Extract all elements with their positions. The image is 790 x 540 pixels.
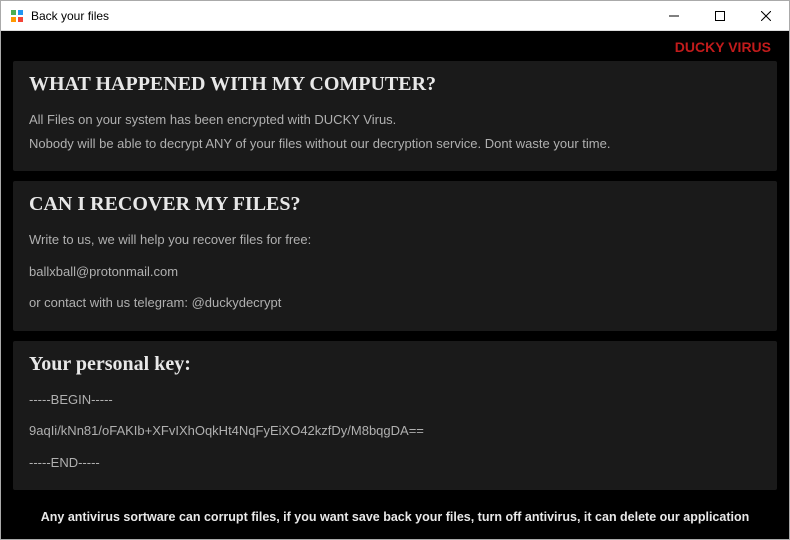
- key-value: 9aqIi/kNn81/oFAKIb+XFvIXhOqkHt4NqFyEiXO4…: [29, 421, 761, 441]
- key-end: -----END-----: [29, 453, 761, 473]
- heading-recover: CAN I RECOVER MY FILES?: [29, 193, 761, 216]
- heading-personal-key: Your personal key:: [29, 353, 761, 376]
- virus-banner: DUCKY VIRUS: [13, 31, 777, 61]
- section-what-happened: WHAT HAPPENED WITH MY COMPUTER? All File…: [13, 61, 777, 171]
- minimize-button[interactable]: [651, 1, 697, 31]
- key-begin: -----BEGIN-----: [29, 390, 761, 410]
- section-personal-key: Your personal key: -----BEGIN----- 9aqIi…: [13, 341, 777, 491]
- app-icon: [9, 8, 25, 24]
- maximize-button[interactable]: [697, 1, 743, 31]
- window-title: Back your files: [31, 9, 109, 23]
- titlebar: Back your files: [1, 1, 789, 31]
- recover-line1: Write to us, we will help you recover fi…: [29, 230, 761, 250]
- app-window: Back your files DUCKY VIRUS WHAT HAPPENE…: [0, 0, 790, 540]
- section-recover: CAN I RECOVER MY FILES? Write to us, we …: [13, 181, 777, 331]
- contact-email: ballxball@protonmail.com: [29, 262, 761, 282]
- content-area: DUCKY VIRUS WHAT HAPPENED WITH MY COMPUT…: [1, 31, 789, 539]
- what-happened-line1: All Files on your system has been encryp…: [29, 110, 761, 130]
- heading-what-happened: WHAT HAPPENED WITH MY COMPUTER?: [29, 73, 761, 96]
- close-button[interactable]: [743, 1, 789, 31]
- contact-telegram: or contact with us telegram: @duckydecry…: [29, 293, 761, 313]
- footer-warning: Any antivirus sortware can corrupt files…: [13, 500, 777, 536]
- what-happened-line2: Nobody will be able to decrypt ANY of yo…: [29, 134, 761, 154]
